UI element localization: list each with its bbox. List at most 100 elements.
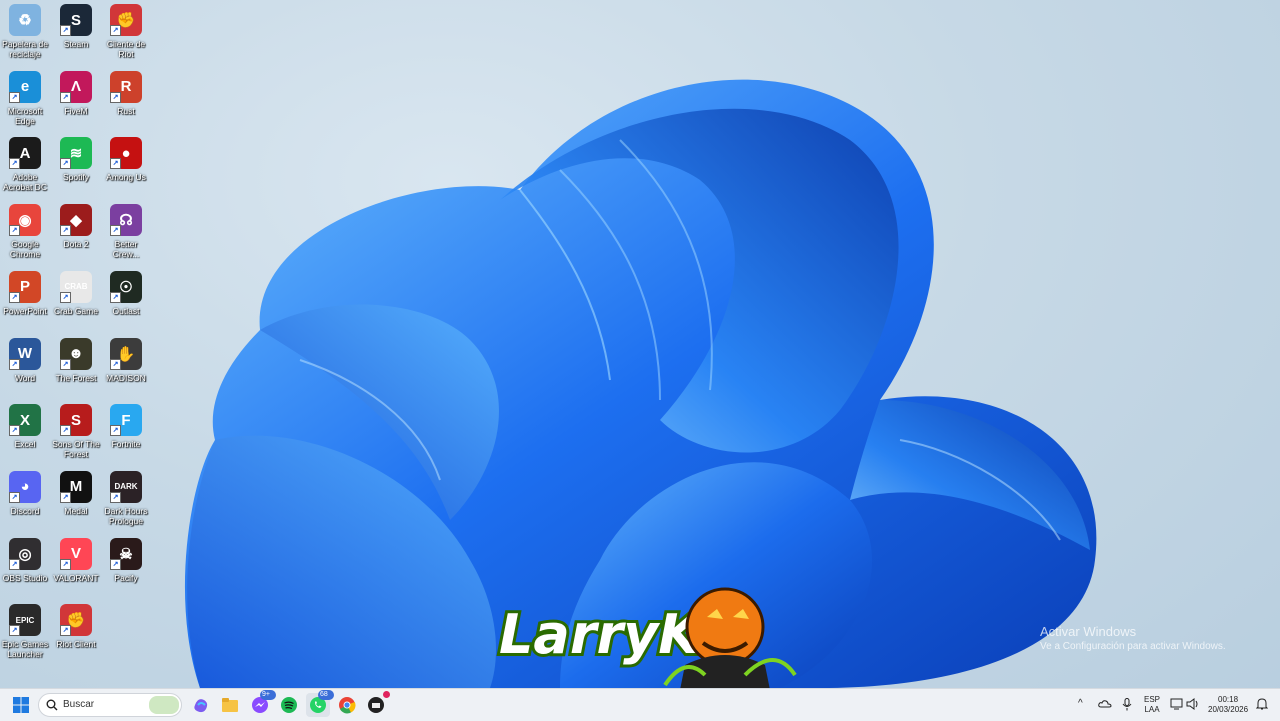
desktop-shortcut-riot-client[interactable]: ✊ ↗ Riot Client xyxy=(51,604,101,649)
desktop-shortcut-dota[interactable]: ◆ ↗ Dota 2 xyxy=(51,204,101,249)
activate-windows-watermark: Activar Windows Ve a Configuración para … xyxy=(1040,624,1226,652)
desktop-shortcut-the-forest[interactable]: ☻ ↗ The Forest xyxy=(51,337,101,383)
desktop-shortcut-word[interactable]: W ↗ Word xyxy=(0,337,50,383)
desktop-shortcut-epic-games[interactable]: EPIC ↗ Epic Games Launcher xyxy=(0,604,50,659)
messenger-button[interactable]: 9+ xyxy=(248,690,276,717)
shortcut-arrow-icon: ↗ xyxy=(110,358,121,370)
riot-client-taskbar-button[interactable] xyxy=(364,691,390,717)
shortcut-arrow-icon: ↗ xyxy=(110,25,121,36)
shortcut-arrow-icon: ↗ xyxy=(60,558,71,570)
language-indicator[interactable]: ESP LAA xyxy=(1144,695,1160,715)
language-code: ESP xyxy=(1144,695,1161,704)
riot-client-icon: ✊ ↗ xyxy=(60,604,92,637)
chrome-taskbar-button[interactable] xyxy=(335,693,359,717)
desktop-shortcut-label: Excel xyxy=(14,439,36,450)
desktop-shortcut-discord[interactable]: ◕ ↗ Discord xyxy=(0,470,50,516)
desktop-shortcut-sons-of-the-forest[interactable]: S ↗ Sons Of The Forest xyxy=(51,404,101,459)
desktop-shortcut-fortnite[interactable]: F ↗ Fortnite xyxy=(101,404,151,449)
icon-glyph: ◆ xyxy=(70,212,82,230)
whatsapp-button[interactable]: 68 xyxy=(306,690,334,717)
desktop-shortcut-label: Among Us xyxy=(106,172,146,183)
icon-glyph: R xyxy=(120,78,132,96)
desktop-shortcut-acrobat[interactable]: A ↗ Adobe Acrobat DC xyxy=(0,137,50,192)
powerpoint-icon: P ↗ xyxy=(9,270,41,303)
desktop-shortcut-pacify[interactable]: ☠ ↗ Pacify xyxy=(101,537,151,583)
desktop-shortcut-label: MADISON xyxy=(106,372,146,383)
shortcut-arrow-icon: ↗ xyxy=(60,625,71,637)
icon-glyph: ☉ xyxy=(119,278,133,296)
desktop-shortcut-crab-game[interactable]: CRAB ↗ Crab Game xyxy=(51,270,101,316)
outlast-icon: ☉ ↗ xyxy=(110,270,142,303)
copilot-button[interactable] xyxy=(189,693,213,717)
icon-glyph: ☠ xyxy=(119,545,133,563)
desktop-shortcut-label: PowerPoint xyxy=(3,305,47,316)
riot-client-icon xyxy=(368,697,384,713)
desktop-shortcut-label: Rust xyxy=(117,105,135,116)
shortcut-arrow-icon: ↗ xyxy=(110,91,121,103)
monitor-icon xyxy=(1170,698,1183,710)
search-icon xyxy=(46,699,58,711)
desktop-shortcut-dark-hours[interactable]: DARK ↗ Dark Hours Prologue xyxy=(101,470,151,526)
shortcut-arrow-icon: ↗ xyxy=(60,291,71,303)
desktop-shortcut-chrome[interactable]: ◉ ↗ Google Chrome xyxy=(0,204,50,259)
file-explorer-icon xyxy=(222,698,238,712)
icon-glyph: ● xyxy=(121,144,131,162)
desktop-shortcut-powerpoint[interactable]: P ↗ PowerPoint xyxy=(0,270,50,316)
desktop-shortcut-label: Discord xyxy=(10,505,40,516)
spotify-icon: ≋ ↗ xyxy=(60,137,92,170)
desktop-shortcut-label: Pacify xyxy=(114,572,138,583)
desktop-shortcut-valorant[interactable]: V ↗ VALORANT xyxy=(51,537,101,583)
the-forest-icon: ☻ ↗ xyxy=(60,337,92,370)
icon-glyph: e xyxy=(20,78,30,96)
desktop-shortcut-spotify[interactable]: ≋ ↗ Spotify xyxy=(51,137,101,182)
rust-icon: R ↗ xyxy=(110,70,142,103)
desktop-shortcut-riot-client[interactable]: ✊ ↗ Cliente de Riot xyxy=(101,4,151,59)
messenger-badge: 9+ xyxy=(260,690,276,700)
network-volume-button[interactable] xyxy=(1170,698,1200,713)
desktop-shortcut-recycle-bin[interactable]: ♻ Papelera de reciclaje xyxy=(0,4,50,59)
taskbar-search-box[interactable]: Buscar xyxy=(38,693,182,717)
onedrive-button[interactable] xyxy=(1098,698,1112,713)
desktop-shortcut-rust[interactable]: R ↗ Rust xyxy=(101,70,151,116)
desktop-shortcut-better-crewlink[interactable]: ☊ ↗ Better Crew... xyxy=(101,204,151,259)
desktop-shortcut-edge[interactable]: e ↗ Microsoft Edge xyxy=(0,70,50,126)
shortcut-arrow-icon: ↗ xyxy=(60,358,71,370)
desktop-shortcut-label: OBS Studio xyxy=(2,572,48,583)
shortcut-arrow-icon: ↗ xyxy=(60,158,71,170)
dota-icon: ◆ ↗ xyxy=(60,204,92,237)
desktop-shortcut-outlast[interactable]: ☉ ↗ Outlast xyxy=(101,270,151,316)
shortcut-arrow-icon: ↗ xyxy=(9,558,20,570)
desktop-shortcut-fivem[interactable]: Λ ↗ FiveM xyxy=(51,70,101,116)
shortcut-arrow-icon: ↗ xyxy=(60,491,71,503)
desktop-shortcut-among-us[interactable]: ● ↗ Among Us xyxy=(101,137,151,182)
sons-of-the-forest-icon: S ↗ xyxy=(60,404,92,437)
start-button[interactable] xyxy=(9,693,33,717)
desktop-shortcut-medal[interactable]: M ↗ Medal xyxy=(51,470,101,516)
desktop-shortcut-obs[interactable]: ◎ ↗ OBS Studio xyxy=(0,537,50,583)
file-explorer-button[interactable] xyxy=(218,693,242,717)
notifications-button[interactable] xyxy=(1255,698,1269,714)
icon-glyph: DARK xyxy=(114,482,138,492)
dark-hours-icon: DARK ↗ xyxy=(110,470,142,503)
icon-glyph: ♻ xyxy=(18,12,32,29)
desktop-shortcut-label: VALORANT xyxy=(53,572,99,583)
microphone-button[interactable] xyxy=(1122,698,1132,714)
keyboard-layout: LAA xyxy=(1144,705,1160,714)
show-hidden-icons-button[interactable]: ^ xyxy=(1078,699,1083,709)
desktop-shortcut-madison[interactable]: ✋ ↗ MADISON xyxy=(101,337,151,383)
search-placeholder: Buscar xyxy=(63,699,95,710)
icon-glyph: CRAB xyxy=(64,282,88,292)
shortcut-arrow-icon: ↗ xyxy=(110,158,121,170)
desktop-shortcut-label: FiveM xyxy=(64,105,88,116)
spotify-taskbar-button[interactable] xyxy=(277,693,301,717)
desktop-shortcut-steam[interactable]: S ↗ Steam xyxy=(51,4,101,49)
epic-games-icon: EPIC ↗ xyxy=(9,604,41,637)
clock[interactable]: 00:18 20/03/2026 xyxy=(1208,695,1248,715)
desktop-shortcut-label: Papelera de reciclaje xyxy=(2,39,48,59)
shortcut-arrow-icon: ↗ xyxy=(9,225,20,237)
recycle-bin-icon: ♻ xyxy=(9,4,41,36)
desktop-shortcut-label: Medal xyxy=(64,505,88,516)
desktop-shortcut-excel[interactable]: X ↗ Excel xyxy=(0,404,50,449)
icon-glyph: ☊ xyxy=(119,212,133,230)
icon-glyph: S xyxy=(70,11,81,29)
